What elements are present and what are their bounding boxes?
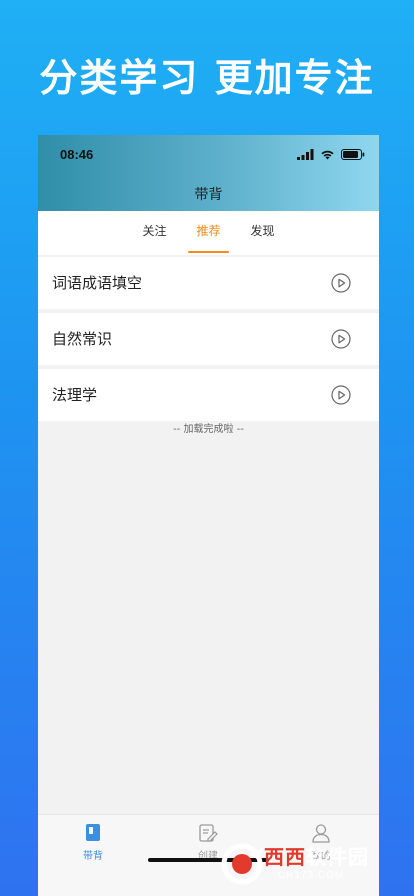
wifi-icon	[321, 150, 334, 160]
nav-label-home: 带背	[83, 851, 103, 862]
list-item[interactable]: 自然常识	[38, 313, 379, 365]
deck-list: 词语成语填空 自然常识 法理学	[38, 257, 379, 425]
watermark-brand-white: 软件园	[306, 845, 369, 869]
header-title: 带背	[194, 187, 223, 203]
list-item[interactable]: 法理学	[38, 369, 379, 421]
book-icon	[86, 824, 100, 841]
phone-screen: 08:46 带背 关注 推荐 发现 词语成语填空 自然常识 法理学 -- 加载完…	[38, 135, 379, 896]
watermark-brand: 西西软件园	[264, 842, 369, 872]
tab-follow[interactable]: 关注	[140, 211, 168, 255]
tab-bar: 关注 推荐 发现	[38, 211, 379, 255]
app-header: 08:46 带背	[38, 135, 379, 211]
load-complete-text: -- 加载完成啦 --	[173, 424, 244, 435]
promo-headline: 分类学习 更加专注	[39, 56, 375, 100]
nav-item-home[interactable]: 带背	[53, 823, 133, 862]
list-item-title: 法理学	[52, 386, 98, 404]
watermark-url: CR173.COM	[278, 870, 345, 881]
list-item-title: 自然常识	[52, 330, 113, 348]
tab-recommend[interactable]: 推荐	[188, 211, 229, 255]
status-time: 08:46	[60, 147, 94, 162]
watermark-logo-icon	[221, 843, 264, 885]
status-icons	[297, 149, 365, 160]
watermark-brand-red: 西西	[264, 845, 306, 869]
person-icon	[312, 824, 330, 843]
play-icon[interactable]	[331, 329, 351, 349]
play-icon[interactable]	[331, 385, 351, 405]
list-item[interactable]: 词语成语填空	[38, 257, 379, 309]
battery-icon	[341, 149, 365, 160]
edit-icon	[199, 824, 218, 842]
list-item-title: 词语成语填空	[52, 274, 143, 292]
tab-discover[interactable]: 发现	[249, 211, 277, 255]
play-icon[interactable]	[331, 273, 351, 293]
signal-icon	[297, 149, 314, 160]
site-watermark: 西西软件园 CR173.COM	[220, 842, 410, 886]
